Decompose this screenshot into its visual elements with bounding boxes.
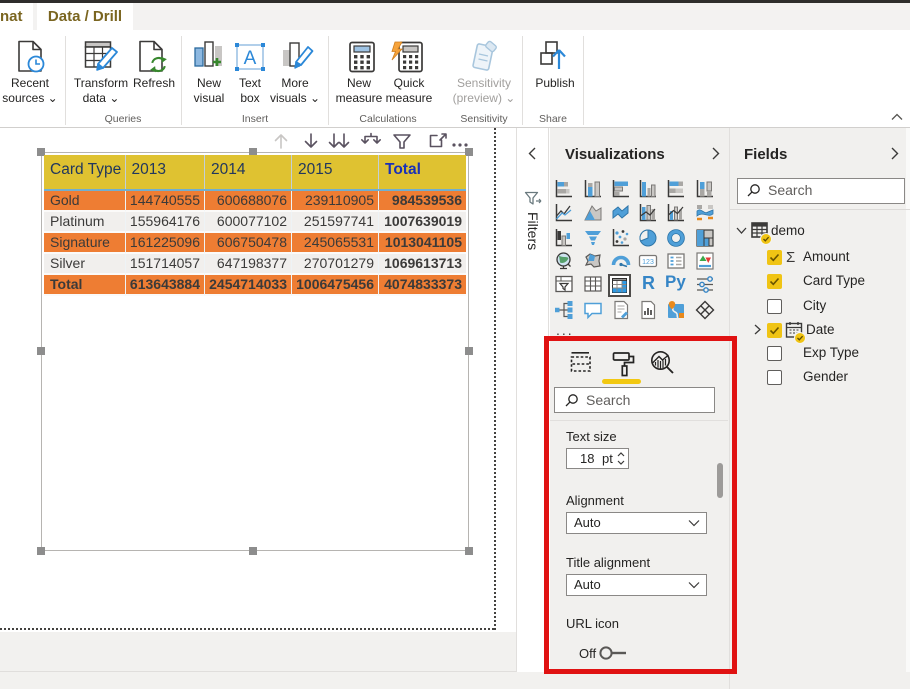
- svg-text:123: 123: [642, 259, 654, 266]
- svg-text:A: A: [244, 48, 257, 69]
